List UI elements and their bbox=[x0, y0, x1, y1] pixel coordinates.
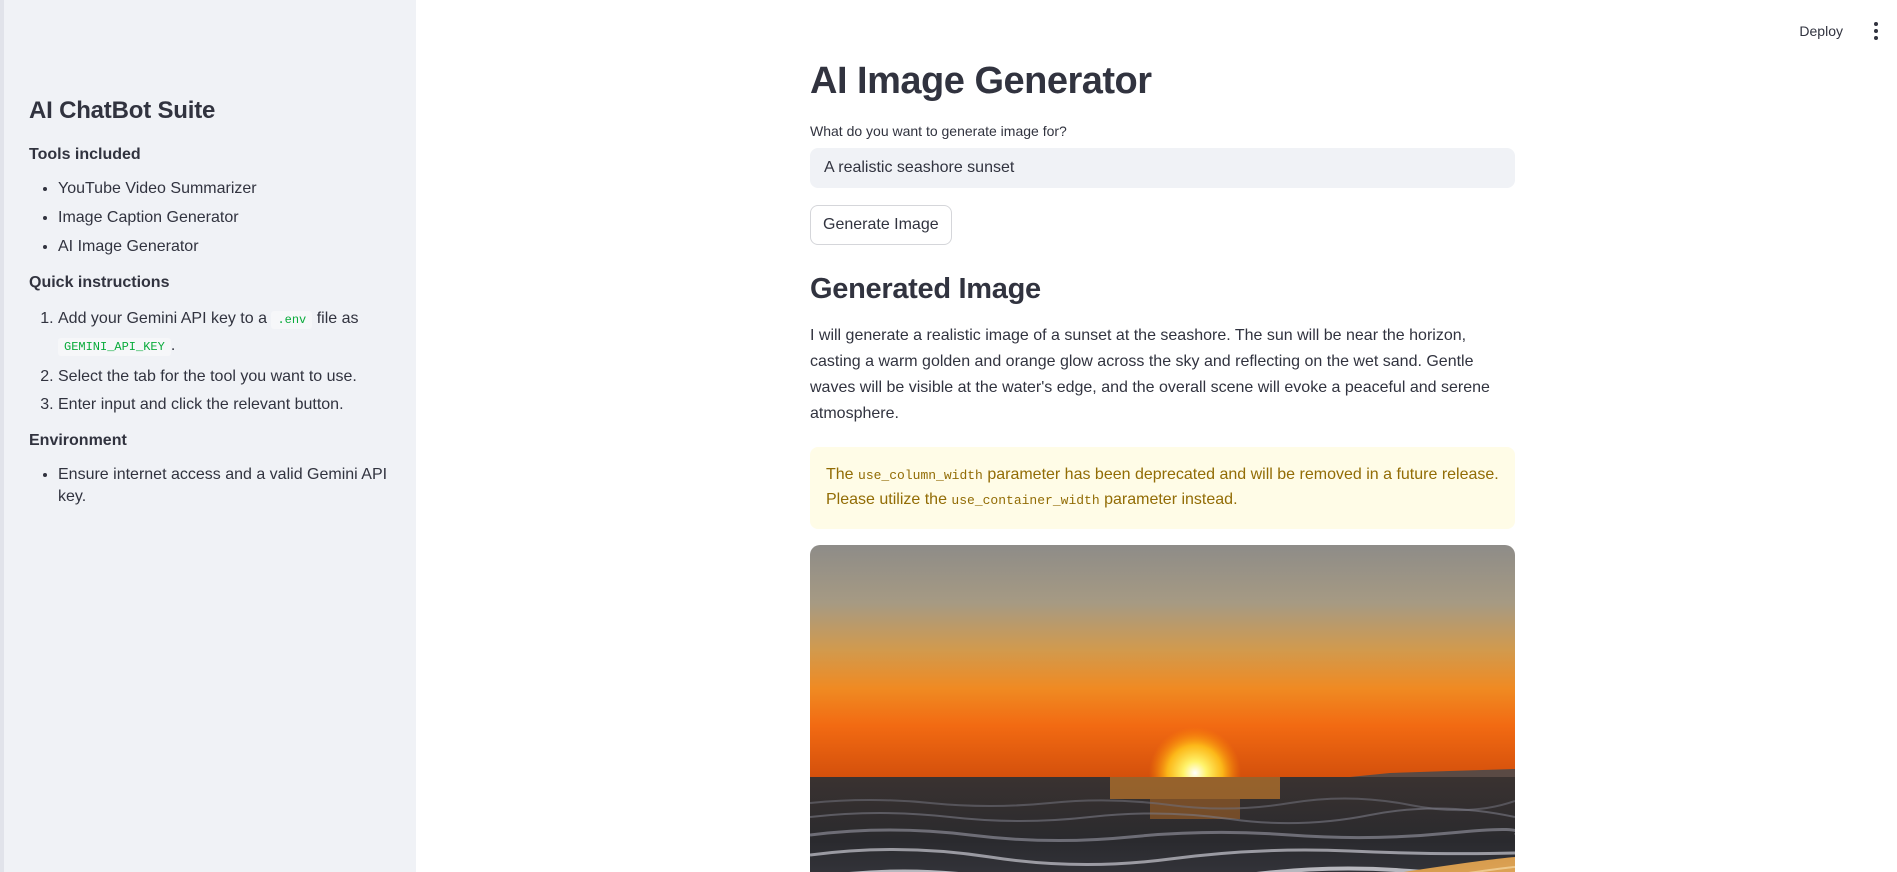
list-item: AI Image Generator bbox=[58, 236, 388, 258]
inline-code: use_column_width bbox=[858, 468, 983, 483]
prompt-input[interactable] bbox=[810, 148, 1515, 188]
inline-code: use_container_width bbox=[951, 493, 1100, 508]
generated-image bbox=[810, 545, 1515, 872]
tools-heading: Tools included bbox=[29, 146, 141, 163]
deploy-button[interactable]: Deploy bbox=[1789, 17, 1853, 45]
list-item: Select the tab for the tool you want to … bbox=[58, 366, 388, 388]
instruction-text: . bbox=[170, 337, 176, 354]
warning-text: parameter instead. bbox=[1104, 491, 1238, 508]
tools-list: YouTube Video Summarizer Image Caption G… bbox=[29, 178, 388, 258]
list-item: Image Caption Generator bbox=[58, 207, 388, 229]
result-heading: Generated Image bbox=[810, 273, 1041, 305]
deprecation-warning: The use_column_width parameter has been … bbox=[810, 447, 1515, 529]
generate-image-button[interactable]: Generate Image bbox=[810, 205, 952, 245]
instructions-heading: Quick instructions bbox=[29, 274, 170, 291]
instruction-text: file as bbox=[316, 310, 359, 327]
image-description: I will generate a realistic image of a s… bbox=[810, 327, 1490, 422]
app-root: AI ChatBot Suite Tools included YouTube … bbox=[0, 0, 1897, 872]
inline-code: GEMINI_API_KEY bbox=[58, 338, 171, 356]
warning-text: The bbox=[826, 466, 854, 483]
list-item: Add your Gemini API key to a .env file a… bbox=[58, 306, 388, 360]
main-content: AI Image Generator What do you want to g… bbox=[810, 58, 1515, 872]
list-item: Enter input and click the relevant butto… bbox=[58, 394, 388, 416]
inline-code: .env bbox=[271, 311, 313, 329]
instruction-text: Add your Gemini API key to a bbox=[58, 310, 267, 327]
prompt-label: What do you want to generate image for? bbox=[810, 123, 1067, 139]
list-item: Ensure internet access and a valid Gemin… bbox=[58, 464, 388, 508]
top-header: Deploy bbox=[1597, 0, 1897, 62]
environment-list: Ensure internet access and a valid Gemin… bbox=[29, 464, 388, 508]
sidebar: AI ChatBot Suite Tools included YouTube … bbox=[0, 0, 416, 872]
list-item: YouTube Video Summarizer bbox=[58, 178, 388, 200]
sunset-image bbox=[810, 545, 1515, 872]
kebab-vertical-icon[interactable] bbox=[1867, 20, 1885, 42]
environment-heading: Environment bbox=[29, 432, 127, 449]
instructions-list: Add your Gemini API key to a .env file a… bbox=[29, 306, 388, 416]
sidebar-title: AI ChatBot Suite bbox=[29, 97, 216, 124]
page-title: AI Image Generator bbox=[810, 60, 1152, 102]
